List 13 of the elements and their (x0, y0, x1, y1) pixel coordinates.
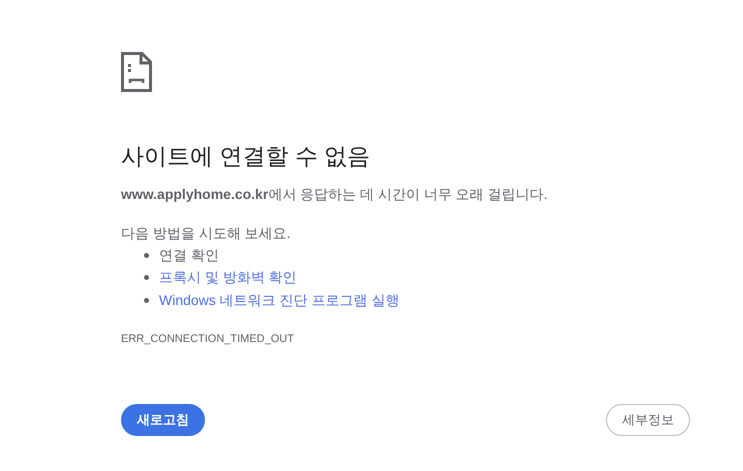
sad-page-icon (121, 52, 152, 92)
suggestions-intro: 다음 방법을 시도해 보세요. (121, 224, 292, 243)
reload-button[interactable]: 새로고침 (121, 404, 205, 436)
error-description: www.applyhome.co.kr에서 응답하는 데 시간이 너무 오래 걸립니다. (121, 184, 549, 204)
bullet-icon (144, 298, 149, 303)
suggestion-link[interactable]: 프록시 및 방화벽 확인 (159, 267, 297, 288)
page-heading: 사이트에 연결할 수 없음 (121, 142, 372, 171)
bullet-icon (144, 252, 149, 258)
bullet-icon (144, 275, 149, 280)
details-button[interactable]: 세부정보 (606, 404, 690, 436)
suggestion-link[interactable]: Windows 네트워크 진단 프로그램 실행 (159, 290, 400, 311)
error-code: ERR_CONNECTION_TIMED_OUT (121, 332, 295, 348)
suggestion-text: 연결 확인 (159, 246, 219, 265)
